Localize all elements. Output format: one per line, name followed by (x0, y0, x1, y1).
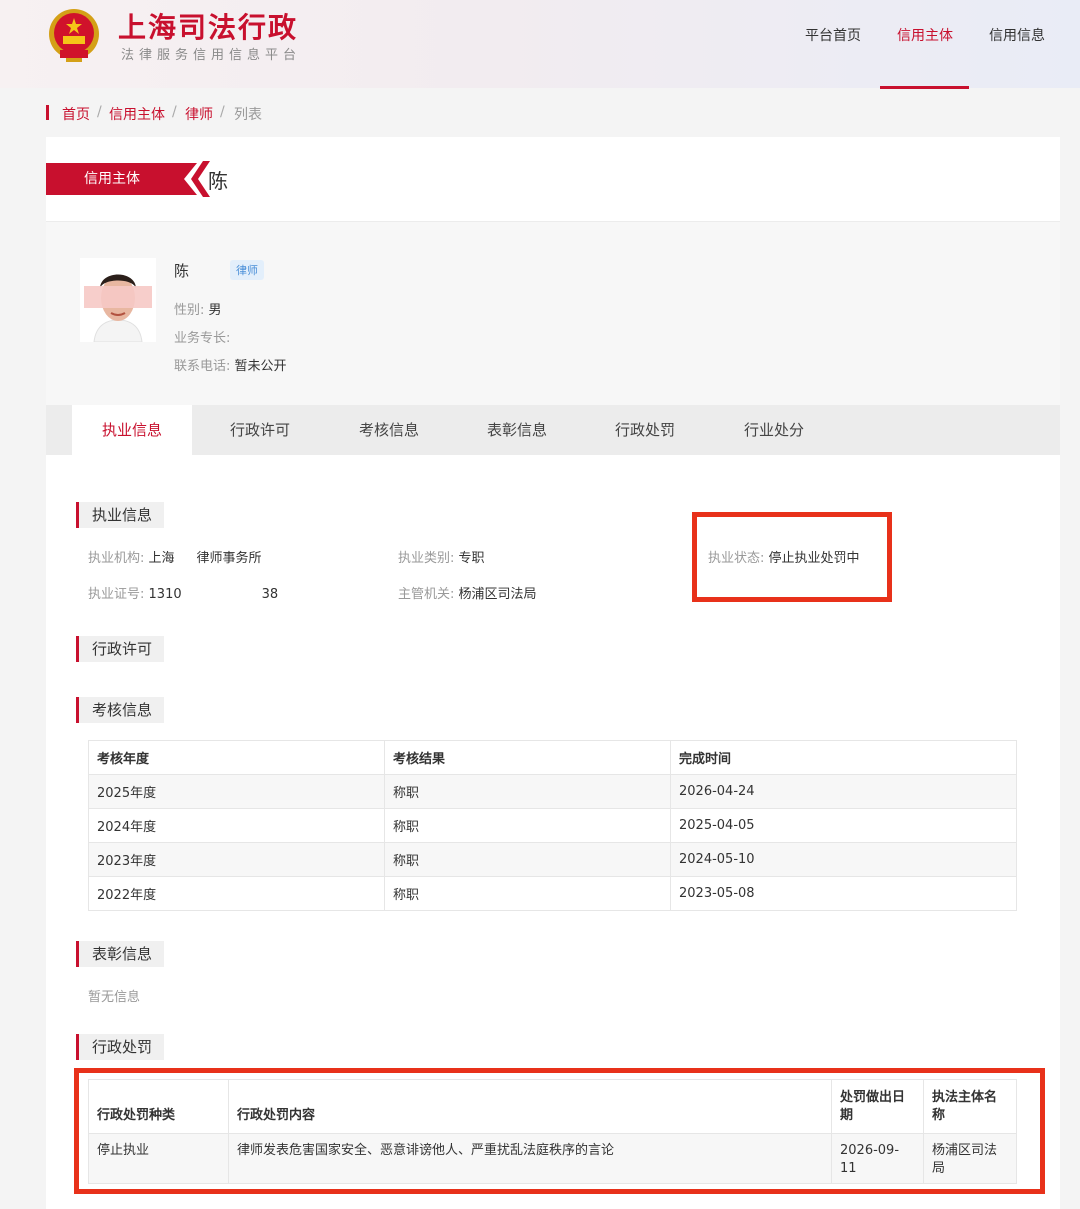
table-cell: 2026-04-24 (670, 774, 1017, 809)
breadcrumb-separator: / (97, 104, 102, 120)
practice-org-value: 上海 (148, 551, 175, 566)
table-header-cell: 完成时间 (670, 740, 1017, 775)
tab-admin-penalty[interactable]: 行政处罚 (615, 405, 675, 455)
national-emblem-icon[interactable] (46, 6, 102, 64)
subject-name: 陈 (174, 262, 190, 280)
site-title[interactable]: 上海司法行政 (118, 6, 298, 46)
table-cell: 2024-05-10 (670, 842, 1017, 877)
gender-row: 性别: 男 (174, 299, 222, 318)
table-row: 2023年度 称职 2024-05-10 (88, 842, 1017, 877)
nav-active-indicator (880, 86, 969, 89)
practice-org-label: 执业机构: (88, 551, 145, 566)
phone-row: 联系电话: 暂未公开 (174, 355, 287, 374)
practice-cert-label: 执业证号: (88, 587, 145, 602)
table-header-row: 考核年度 考核结果 完成时间 (88, 740, 1017, 775)
table-cell: 称职 (384, 774, 671, 809)
site-subtitle: 法律服务信用信息平台 (121, 48, 302, 63)
phone-label: 联系电话: (174, 359, 231, 374)
table-header-cell: 考核结果 (384, 740, 671, 775)
nav-credit-subject[interactable]: 信用主体 (897, 25, 953, 45)
table-cell: 2023年度 (88, 842, 385, 877)
nav-home[interactable]: 平台首页 (805, 25, 861, 45)
section-title-award: 表彰信息 (76, 941, 165, 967)
breadcrumb-lawyer[interactable]: 律师 (185, 104, 213, 124)
tab-award-info[interactable]: 表彰信息 (487, 405, 547, 455)
tab-practice-info[interactable]: 执业信息 (72, 405, 192, 455)
table-cell: 2024年度 (88, 808, 385, 843)
section-title-penalty: 行政处罚 (76, 1034, 165, 1060)
table-row: 2025年度 称职 2026-04-24 (88, 774, 1017, 809)
gender-label: 性别: (174, 303, 205, 318)
section-title-exam: 考核信息 (76, 697, 165, 723)
practice-cert: 执业证号: 1310 38 (88, 583, 278, 602)
practice-org: 执业机构: 上海 律师事务所 (88, 547, 262, 566)
practice-type: 执业类别: 专职 (398, 547, 485, 566)
table-row: 2022年度 称职 2023-05-08 (88, 876, 1017, 911)
tab-admin-license[interactable]: 行政许可 (230, 405, 290, 455)
table-cell: 称职 (384, 876, 671, 911)
section-title-license: 行政许可 (76, 636, 165, 662)
breadcrumb-separator: / (220, 104, 225, 120)
table-cell: 2023-05-08 (670, 876, 1017, 911)
table-cell: 称职 (384, 808, 671, 843)
table-row: 2024年度 称职 2025-04-05 (88, 808, 1017, 843)
practice-authority-label: 主管机关: (398, 587, 455, 602)
tab-industry-sanction[interactable]: 行业处分 (744, 405, 804, 455)
role-tag: 律师 (230, 260, 264, 280)
exam-table: 考核年度 考核结果 完成时间 2025年度 称职 2026-04-24 2024… (88, 740, 1017, 911)
breadcrumb-home[interactable]: 首页 (62, 104, 90, 124)
practice-type-label: 执业类别: (398, 551, 455, 566)
table-header-cell: 考核年度 (88, 740, 385, 775)
practice-org-suffix: 律师事务所 (196, 551, 262, 566)
breadcrumb-list: 列表 (234, 107, 262, 123)
table-cell: 2022年度 (88, 876, 385, 911)
specialty-label: 业务专长: (174, 331, 231, 346)
section-ribbon: 信用主体 (46, 163, 181, 195)
phone-value: 暂未公开 (234, 359, 287, 374)
subject-card: 信用主体 陈 陈 律师 性别: 男 业务专长: 联系电话: 暂未公开 执业信息 … (46, 137, 1060, 1209)
award-empty-text: 暂无信息 (88, 990, 141, 1005)
gender-value: 男 (208, 303, 222, 318)
table-cell: 2025年度 (88, 774, 385, 809)
subject-header-name: 陈 (208, 169, 228, 193)
breadcrumb-credit-subject[interactable]: 信用主体 (109, 104, 165, 124)
table-cell: 称职 (384, 842, 671, 877)
practice-authority: 主管机关: 杨浦区司法局 (398, 583, 537, 602)
penalty-highlight-box (74, 1068, 1045, 1194)
breadcrumb-separator: / (172, 104, 177, 120)
practice-authority-value: 杨浦区司法局 (458, 587, 537, 602)
practice-cert-suffix: 38 (261, 587, 279, 602)
practice-type-value: 专职 (458, 551, 485, 566)
section-title-practice: 执业信息 (76, 502, 165, 528)
site-header: 上海司法行政 法律服务信用信息平台 平台首页 信用主体 信用信息 (0, 0, 1080, 89)
practice-cert-prefix: 1310 (148, 587, 182, 602)
status-highlight-box (692, 512, 892, 602)
profile-panel: 陈 律师 性别: 男 业务专长: 联系电话: 暂未公开 (46, 222, 1060, 405)
specialty-row: 业务专长: (174, 327, 230, 346)
breadcrumb-marker (46, 105, 49, 120)
tab-exam-info[interactable]: 考核信息 (359, 405, 419, 455)
nav-credit-info[interactable]: 信用信息 (989, 25, 1045, 45)
table-cell: 2025-04-05 (670, 808, 1017, 843)
info-tabs: 执业信息 行政许可 考核信息 表彰信息 行政处罚 行业处分 (46, 405, 1060, 455)
avatar (80, 258, 156, 342)
